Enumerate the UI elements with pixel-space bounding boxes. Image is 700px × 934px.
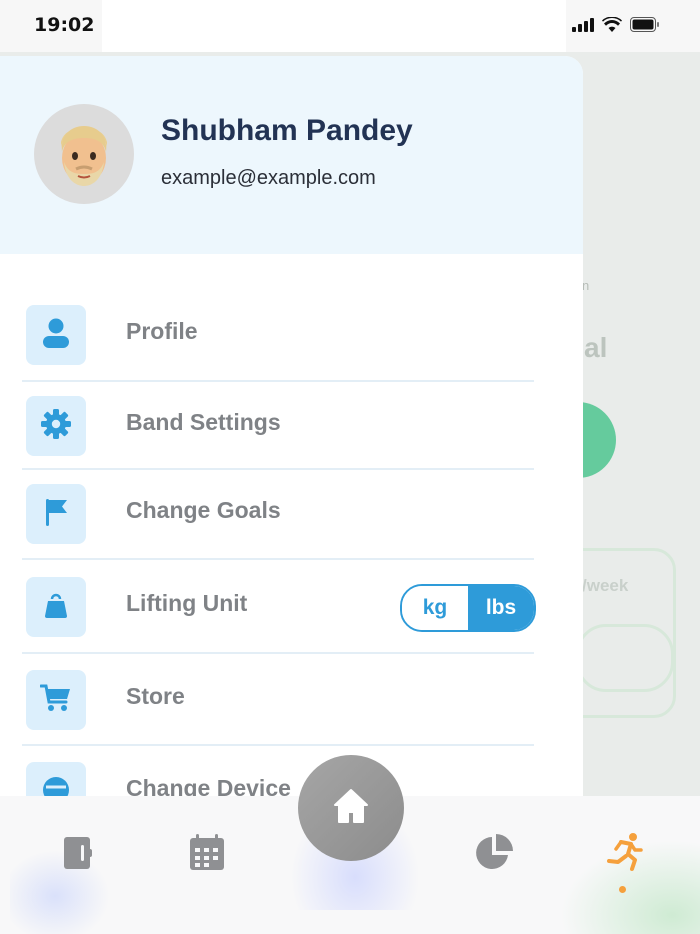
active-tab-indicator (619, 886, 626, 893)
battery-icon (630, 17, 660, 37)
menu-item-profile[interactable]: Profile (22, 305, 534, 381)
navigation-drawer: Shubham Pandey example@example.com Profi… (0, 56, 583, 816)
user-name: Shubham Pandey (161, 114, 413, 147)
background-week-label: /week (582, 576, 629, 595)
background-heading: al (584, 332, 608, 363)
menu-item-band-settings[interactable]: Band Settings (22, 396, 534, 472)
background-pill (576, 624, 674, 692)
gear-icon (40, 408, 72, 445)
pie-chart-icon[interactable] (474, 833, 514, 878)
home-button[interactable] (298, 755, 404, 861)
avatar[interactable] (34, 104, 134, 204)
avatar-emoji-icon (61, 126, 107, 186)
menu-item-label: Store (126, 683, 185, 709)
home-icon (333, 788, 369, 829)
calendar-icon[interactable] (188, 834, 226, 877)
menu-item-change-goals[interactable]: Change Goals (22, 484, 534, 560)
menu-item-label: Lifting Unit (126, 590, 248, 616)
divider (22, 468, 534, 470)
drawer-header: Shubham Pandey example@example.com (0, 56, 583, 254)
flag-icon (43, 497, 69, 532)
divider (22, 558, 534, 560)
menu-item-label: Band Settings (126, 409, 281, 435)
menu-item-store[interactable]: Store (22, 670, 534, 746)
wifi-icon (602, 16, 622, 37)
unit-option-kg[interactable]: kg (402, 586, 468, 630)
user-email: example@example.com (161, 167, 376, 189)
background-text: n (582, 278, 590, 293)
divider (22, 652, 534, 654)
journal-icon[interactable] (62, 835, 94, 876)
menu-item-label: Profile (126, 318, 198, 344)
running-icon[interactable] (604, 832, 644, 877)
signal-icon (572, 17, 594, 37)
menu-item-label: Change Goals (126, 497, 281, 523)
status-time: 19:02 (34, 14, 95, 36)
unit-option-lbs[interactable]: lbs (468, 586, 534, 630)
divider (22, 380, 534, 382)
divider (22, 744, 534, 746)
weight-icon (43, 591, 69, 624)
status-bar: 19:02 (0, 0, 700, 52)
user-icon (42, 317, 70, 354)
lifting-unit-toggle[interactable]: kg lbs (400, 584, 536, 632)
cart-icon (39, 683, 72, 718)
